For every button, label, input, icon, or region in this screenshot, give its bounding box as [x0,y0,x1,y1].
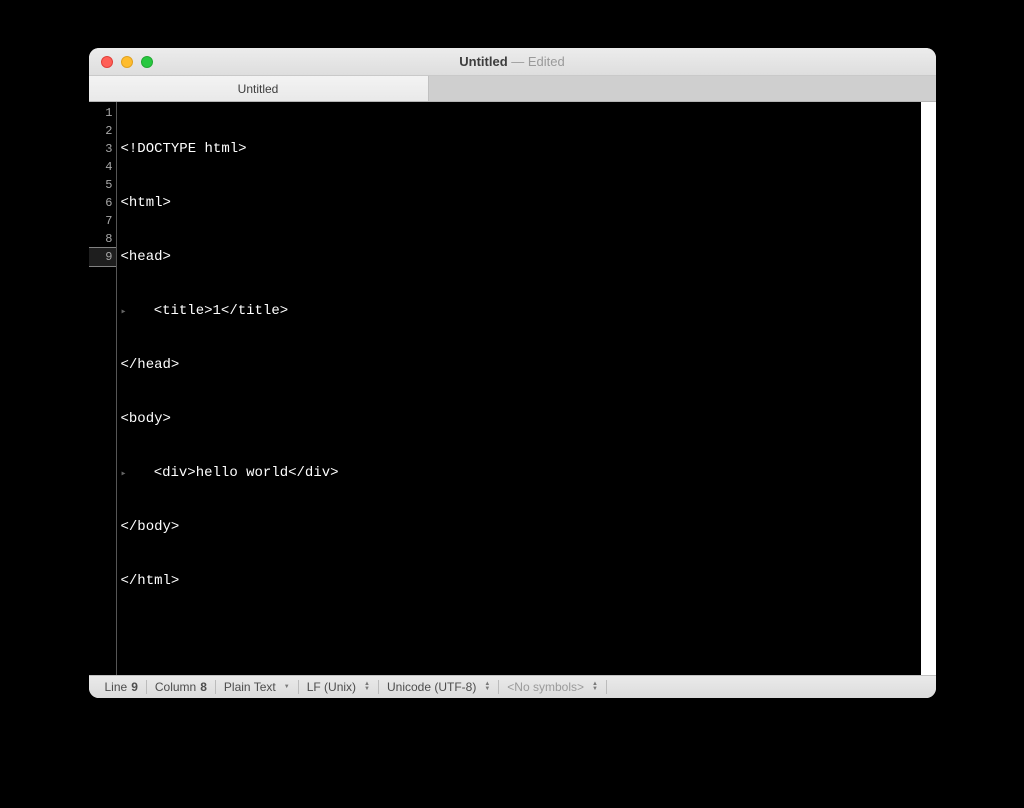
tab-untitled[interactable]: Untitled [89,76,429,101]
dropdown-arrows-icon: ▲▼ [592,682,598,692]
window-title: Untitled — Edited [89,54,936,69]
status-separator [606,680,607,694]
line-number[interactable]: 3 [89,140,116,158]
status-line-label: Line [105,680,128,694]
line-number[interactable]: 2 [89,122,116,140]
editor-area[interactable]: 1 2 3 4 5 6 7 8 9 <!DOCTYPE html> <html>… [89,102,936,675]
line-number[interactable]: 1 [89,104,116,122]
vertical-scrollbar[interactable] [921,102,936,675]
symbols-selector[interactable]: <No symbols> ▲▼ [499,676,606,698]
dropdown-arrows-icon: ▼ [284,685,290,690]
status-column-value: 8 [200,680,207,694]
code-content[interactable]: <!DOCTYPE html> <html> <head> ▸ <title>1… [117,102,339,675]
minimize-button[interactable] [121,56,133,68]
code-line[interactable]: ▸ <div>hello world</div> [121,464,339,482]
encoding-label: Unicode (UTF-8) [387,680,476,694]
title-edited-status: Edited [528,54,565,69]
line-endings-label: LF (Unix) [307,680,356,694]
status-line-value: 9 [131,680,138,694]
line-number[interactable]: 7 [89,212,116,230]
maximize-button[interactable] [141,56,153,68]
encoding-selector[interactable]: Unicode (UTF-8) ▲▼ [379,676,498,698]
tab-label: Untitled [238,82,279,96]
symbols-label: <No symbols> [507,680,584,694]
status-bar: Line 9 Column 8 Plain Text ▼ LF (Unix) ▲… [89,675,936,698]
line-number[interactable]: 8 [89,230,116,248]
close-button[interactable] [101,56,113,68]
syntax-selector[interactable]: Plain Text ▼ [216,676,298,698]
code-line[interactable]: <body> [121,410,339,428]
code-line[interactable]: <html> [121,194,339,212]
title-filename: Untitled [459,54,507,69]
code-line[interactable]: </head> [121,356,339,374]
line-number[interactable]: 6 [89,194,116,212]
code-line[interactable]: <head> [121,248,339,266]
dropdown-arrows-icon: ▲▼ [484,682,490,692]
syntax-label: Plain Text [224,680,276,694]
status-column-indicator[interactable]: Column 8 [147,676,215,698]
line-endings-selector[interactable]: LF (Unix) ▲▼ [299,676,378,698]
code-line[interactable]: ▸ <title>1</title> [121,302,339,320]
line-number-current[interactable]: 9 [89,248,116,266]
tab-bar[interactable]: Untitled [89,76,936,102]
titlebar[interactable]: Untitled — Edited [89,48,936,76]
status-column-label: Column [155,680,196,694]
line-number-gutter[interactable]: 1 2 3 4 5 6 7 8 9 [89,102,117,675]
indent-guide-icon: ▸ [121,304,129,322]
line-number[interactable]: 4 [89,158,116,176]
code-line[interactable]: <!DOCTYPE html> [121,140,339,158]
status-line-indicator[interactable]: Line 9 [97,676,146,698]
indent-guide-icon: ▸ [121,466,129,484]
traffic-lights [89,56,153,68]
dropdown-arrows-icon: ▲▼ [364,682,370,692]
editor-window: Untitled — Edited Untitled 1 2 3 4 5 6 7… [89,48,936,698]
line-number[interactable]: 5 [89,176,116,194]
code-line[interactable]: </body> [121,518,339,536]
code-line[interactable]: </html> [121,572,339,590]
title-separator: — [508,54,528,69]
